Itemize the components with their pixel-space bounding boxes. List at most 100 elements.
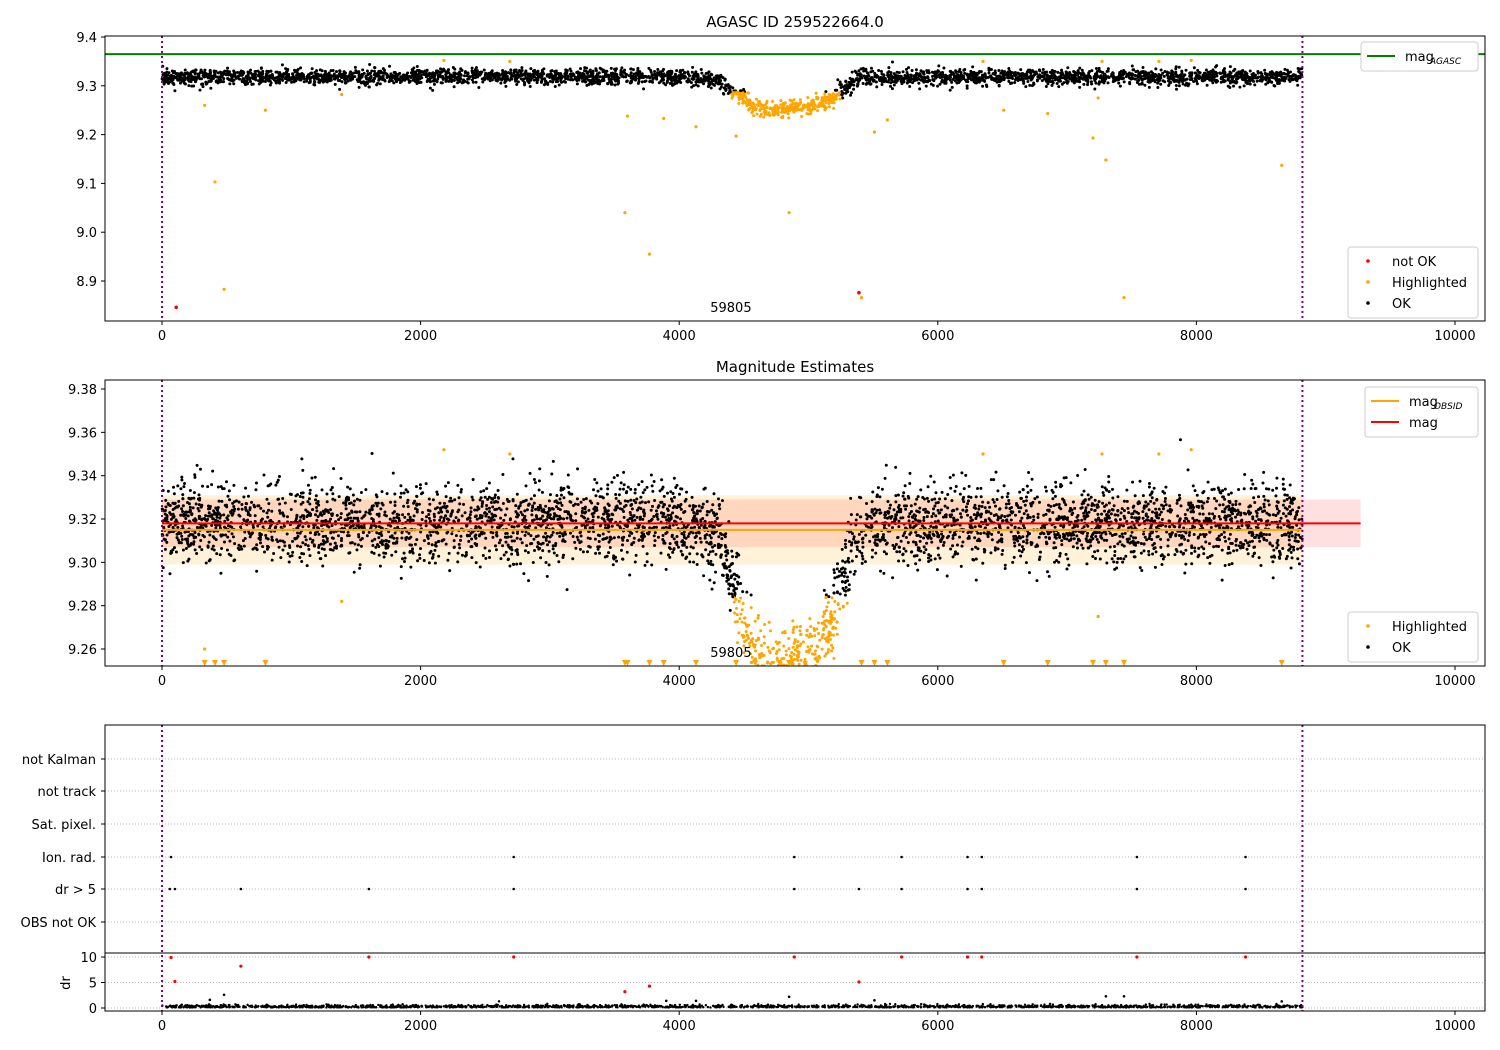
- ok-point: [332, 530, 336, 534]
- ok-point: [836, 78, 840, 82]
- ok-point: [219, 70, 223, 74]
- ok-point: [1114, 78, 1118, 82]
- ok-point: [298, 519, 302, 523]
- ok-point: [1117, 81, 1121, 85]
- ok-point: [204, 72, 208, 76]
- ok-point: [674, 514, 678, 518]
- ok-point: [723, 78, 727, 82]
- ok-point: [1192, 66, 1196, 70]
- ok-point: [591, 77, 595, 81]
- ok-point: [903, 73, 907, 77]
- ok-point: [1260, 74, 1264, 78]
- ok-point: [1148, 77, 1152, 81]
- ok-point: [636, 66, 640, 70]
- ok-point: [909, 73, 913, 77]
- ok-point: [1230, 76, 1234, 80]
- ok-point: [362, 80, 366, 84]
- ok-point: [942, 66, 946, 70]
- highlighted-point: [885, 118, 889, 122]
- highlighted-point: [203, 103, 207, 107]
- ok-point: [282, 72, 286, 76]
- ok-point: [353, 65, 357, 69]
- ok-point: [499, 81, 503, 85]
- ok-point: [1080, 543, 1084, 547]
- ok-point: [332, 467, 336, 471]
- ok-point: [524, 76, 528, 80]
- ok-point: [595, 77, 599, 81]
- ok-point: [734, 555, 738, 559]
- ok-point: [436, 75, 440, 79]
- ok-point: [362, 71, 366, 75]
- ok-point: [582, 69, 586, 73]
- ok-point: [487, 515, 491, 519]
- ok-point: [286, 68, 290, 72]
- ok-point: [1122, 80, 1126, 84]
- ok-point: [1147, 553, 1151, 557]
- ok-point: [532, 537, 536, 541]
- ok-point: [569, 69, 573, 73]
- ok-point: [924, 84, 928, 88]
- ok-point: [887, 70, 891, 74]
- ok-point: [1080, 493, 1084, 497]
- x-tick-label: 4000: [663, 329, 696, 344]
- ok-point: [859, 496, 863, 500]
- ok-point: [412, 66, 416, 70]
- ok-point: [1037, 535, 1041, 539]
- ok-point: [440, 81, 444, 85]
- ok-point: [944, 80, 948, 84]
- ok-point: [981, 76, 985, 80]
- ok-point: [495, 530, 499, 534]
- ok-point: [1009, 518, 1013, 522]
- ok-point: [571, 73, 575, 77]
- highlighted-point: [222, 287, 226, 291]
- ok-point: [954, 70, 958, 74]
- ok-point: [1130, 72, 1134, 76]
- ok-point: [248, 80, 252, 84]
- highlighted-point: [831, 633, 835, 637]
- ok-point: [1120, 77, 1124, 81]
- ok-point: [1162, 74, 1166, 78]
- ok-point: [1297, 518, 1301, 522]
- ok-point: [226, 70, 230, 74]
- ok-point: [547, 563, 551, 567]
- ok-point: [616, 82, 620, 86]
- ok-point: [712, 581, 716, 585]
- ok-point: [983, 73, 987, 77]
- ok-point: [704, 71, 708, 75]
- highlighted-point: [745, 98, 749, 102]
- highlighted-point: [821, 102, 825, 106]
- highlighted-point: [787, 116, 791, 120]
- ok-point: [253, 73, 257, 77]
- ok-point: [426, 77, 430, 81]
- ok-point: [720, 537, 724, 541]
- ok-point: [1218, 71, 1222, 75]
- ok-point: [1186, 508, 1190, 512]
- ok-point: [938, 74, 942, 78]
- ok-point: [1270, 76, 1274, 80]
- ok-point: [708, 550, 712, 554]
- ok-point: [966, 77, 970, 81]
- x-tick-label: 8000: [1180, 329, 1213, 344]
- ok-point: [948, 73, 952, 77]
- ok-point: [338, 69, 342, 73]
- ok-point: [497, 541, 501, 545]
- highlighted-point: [776, 113, 780, 117]
- ok-point: [624, 72, 628, 76]
- ok-point: [427, 497, 431, 501]
- ok-point: [199, 69, 203, 73]
- ok-point: [1156, 85, 1160, 89]
- ok-point: [905, 81, 909, 85]
- ok-point: [449, 80, 453, 84]
- ok-point: [1094, 81, 1098, 85]
- ok-point: [930, 498, 934, 502]
- ok-point: [1242, 487, 1246, 491]
- highlighted-point: [694, 125, 698, 129]
- ok-point: [1110, 487, 1114, 491]
- ok-point: [609, 66, 613, 70]
- ok-point: [1166, 74, 1170, 78]
- ok-point: [1202, 76, 1206, 80]
- ok-point: [452, 85, 456, 89]
- ok-point: [898, 74, 902, 78]
- ok-point: [457, 79, 461, 83]
- ok-point: [962, 68, 966, 72]
